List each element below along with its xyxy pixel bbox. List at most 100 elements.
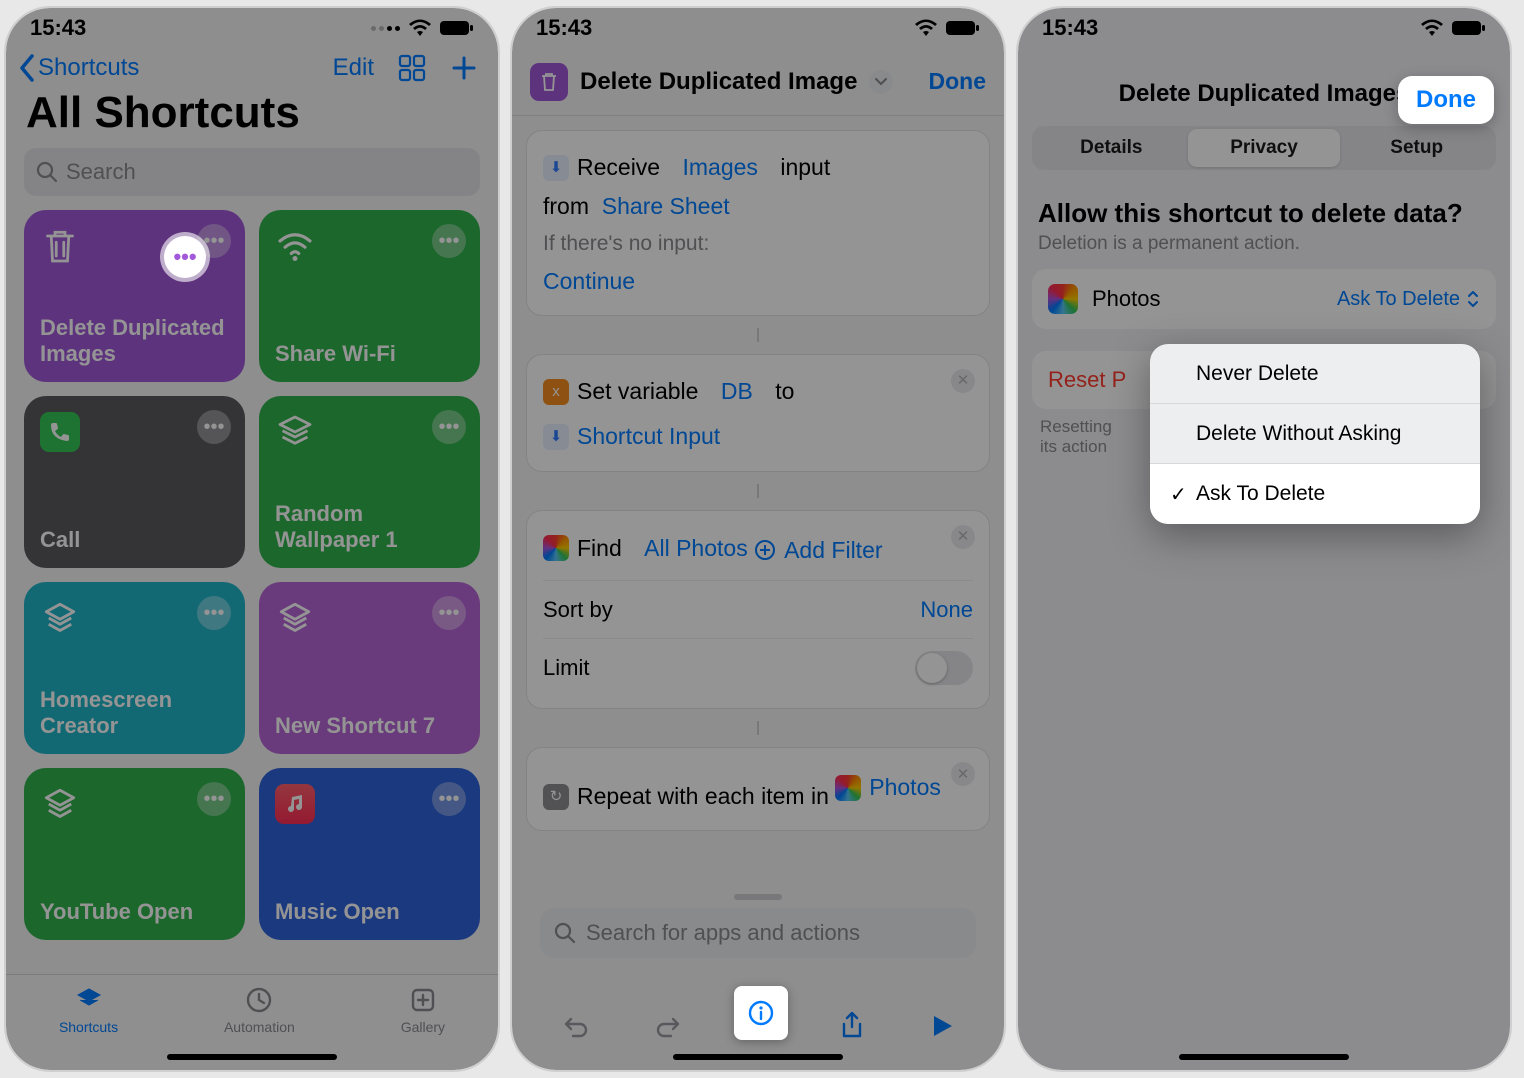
privacy-value[interactable]: Ask To Delete <box>1337 288 1480 311</box>
back-button[interactable]: Shortcuts <box>18 54 139 82</box>
screen-shortcut-editor: 15:43 Delete Duplicated Images Done ⬇ Re… <box>510 6 1006 1072</box>
tile-options-icon[interactable]: ••• <box>197 410 231 444</box>
wifi-icon <box>1420 19 1444 37</box>
action-receive[interactable]: ⬇ Receive Images input from Share Sheet … <box>526 130 990 316</box>
share-icon[interactable] <box>837 1011 867 1046</box>
remove-action-icon[interactable]: ✕ <box>951 369 975 393</box>
tile-options-icon[interactable]: ••• <box>432 782 466 816</box>
nav-bar: Shortcuts Edit <box>6 48 498 82</box>
tile-options-icon[interactable]: ••• <box>432 410 466 444</box>
action-search[interactable]: Search for apps and actions <box>540 908 976 958</box>
action-repeat[interactable]: ✕ ↻ Repeat with each item in Photos <box>526 747 990 831</box>
status-bar: 15:43 <box>6 8 498 48</box>
undo-icon[interactable] <box>561 1011 591 1046</box>
shortcut-grid: ••• Delete Duplicated Images ••• Share W… <box>6 196 498 954</box>
battery-icon <box>440 20 474 36</box>
option-ask-to-delete[interactable]: ✓Ask To Delete <box>1150 464 1480 524</box>
add-shortcut-icon[interactable] <box>450 54 478 82</box>
tile-call[interactable]: ••• Call <box>24 396 245 568</box>
tile-options-icon[interactable]: ••• <box>432 596 466 630</box>
home-indicator[interactable] <box>167 1054 337 1060</box>
tile-label: Call <box>40 527 229 552</box>
cellular-icon <box>371 26 400 31</box>
sheet-grabber[interactable] <box>734 894 782 900</box>
tile-label: Share Wi-Fi <box>275 341 464 366</box>
highlight-info-button <box>734 986 788 1040</box>
continue-option[interactable]: Continue <box>543 268 635 294</box>
remove-action-icon[interactable]: ✕ <box>951 762 975 786</box>
music-icon <box>275 784 315 824</box>
input-icon: ⬇ <box>543 424 569 450</box>
privacy-options-menu: Never Delete Delete Without Asking ✓Ask … <box>1150 344 1480 524</box>
home-indicator[interactable] <box>673 1054 843 1060</box>
redo-icon[interactable] <box>653 1011 683 1046</box>
tile-options-icon[interactable]: ••• <box>197 596 231 630</box>
tile-options-icon[interactable]: ••• <box>197 782 231 816</box>
privacy-row-photos[interactable]: Photos Ask To Delete <box>1032 269 1496 329</box>
home-indicator[interactable] <box>1179 1054 1349 1060</box>
tile-label: Random Wallpaper 1 <box>275 501 464 552</box>
search-input[interactable]: Search <box>24 148 480 196</box>
tile-options-icon[interactable]: ••• <box>432 224 466 258</box>
updown-icon <box>1466 290 1480 308</box>
tab-setup[interactable]: Setup <box>1340 129 1493 167</box>
add-filter-button[interactable]: Add Filter <box>754 531 882 570</box>
layers-icon <box>40 784 80 824</box>
tile-music[interactable]: ••• Music Open <box>259 768 480 940</box>
shortcuts-icon <box>74 985 104 1015</box>
layers-icon <box>40 598 80 638</box>
automation-icon <box>244 985 274 1015</box>
tile-new-shortcut[interactable]: ••• New Shortcut 7 <box>259 582 480 754</box>
play-icon[interactable] <box>929 1013 955 1044</box>
plus-circle-icon <box>754 539 776 561</box>
wifi-icon <box>408 19 432 37</box>
limit-toggle[interactable] <box>915 651 973 685</box>
tile-youtube[interactable]: ••• YouTube Open <box>24 768 245 940</box>
search-icon <box>36 161 58 183</box>
gallery-icon <box>408 985 438 1015</box>
layers-icon <box>275 412 315 452</box>
done-button[interactable]: Done <box>929 68 987 95</box>
tile-label: YouTube Open <box>40 899 229 924</box>
action-set-variable[interactable]: ✕ x Set variable DB to ⬇ Shortcut Input <box>526 354 990 471</box>
tab-gallery[interactable]: Gallery <box>401 985 445 1035</box>
tab-shortcuts[interactable]: Shortcuts <box>59 985 118 1035</box>
edit-button[interactable]: Edit <box>333 54 374 82</box>
tile-share-wifi[interactable]: ••• Share Wi-Fi <box>259 210 480 382</box>
segmented-control[interactable]: Details Privacy Setup <box>1032 126 1496 170</box>
layers-icon <box>275 598 315 638</box>
tab-automation[interactable]: Automation <box>224 985 295 1035</box>
tile-random-wallpaper[interactable]: ••• Random Wallpaper 1 <box>259 396 480 568</box>
repeat-icon: ↻ <box>543 784 569 810</box>
app-name: Photos <box>1092 286 1161 312</box>
photos-icon <box>835 775 861 801</box>
tab-privacy[interactable]: Privacy <box>1188 129 1341 167</box>
status-bar: 15:43 <box>1018 8 1510 48</box>
highlight-done-button: Done <box>1398 76 1494 124</box>
grid-layout-icon[interactable] <box>398 54 426 82</box>
tile-label: New Shortcut 7 <box>275 713 464 738</box>
remove-action-icon[interactable]: ✕ <box>951 525 975 549</box>
trash-icon <box>40 226 80 266</box>
chevron-down-icon[interactable] <box>869 70 893 94</box>
tile-label: Homescreen Creator <box>40 687 229 738</box>
shortcut-title[interactable]: Delete Duplicated Images <box>580 68 857 96</box>
tile-label: Delete Duplicated Images <box>40 315 229 366</box>
battery-icon <box>946 20 980 36</box>
status-bar: 15:43 <box>512 8 1004 48</box>
shortcut-header-icon <box>530 63 568 101</box>
battery-icon <box>1452 20 1486 36</box>
wifi-icon <box>275 226 315 266</box>
option-never-delete[interactable]: Never Delete <box>1150 344 1480 404</box>
tab-details[interactable]: Details <box>1035 129 1188 167</box>
option-delete-without-asking[interactable]: Delete Without Asking <box>1150 404 1480 464</box>
tile-delete-duplicated[interactable]: ••• Delete Duplicated Images <box>24 210 245 382</box>
tile-label: Music Open <box>275 899 464 924</box>
tile-homescreen[interactable]: ••• Homescreen Creator <box>24 582 245 754</box>
section-subheading: Deletion is a permanent action. <box>1018 231 1510 269</box>
photos-icon <box>543 535 569 561</box>
search-placeholder: Search <box>66 159 136 185</box>
action-find-photos[interactable]: ✕ Find All Photos Add Filter Sort by Non… <box>526 510 990 710</box>
sort-value[interactable]: None <box>920 591 973 628</box>
photos-app-icon <box>1048 284 1078 314</box>
